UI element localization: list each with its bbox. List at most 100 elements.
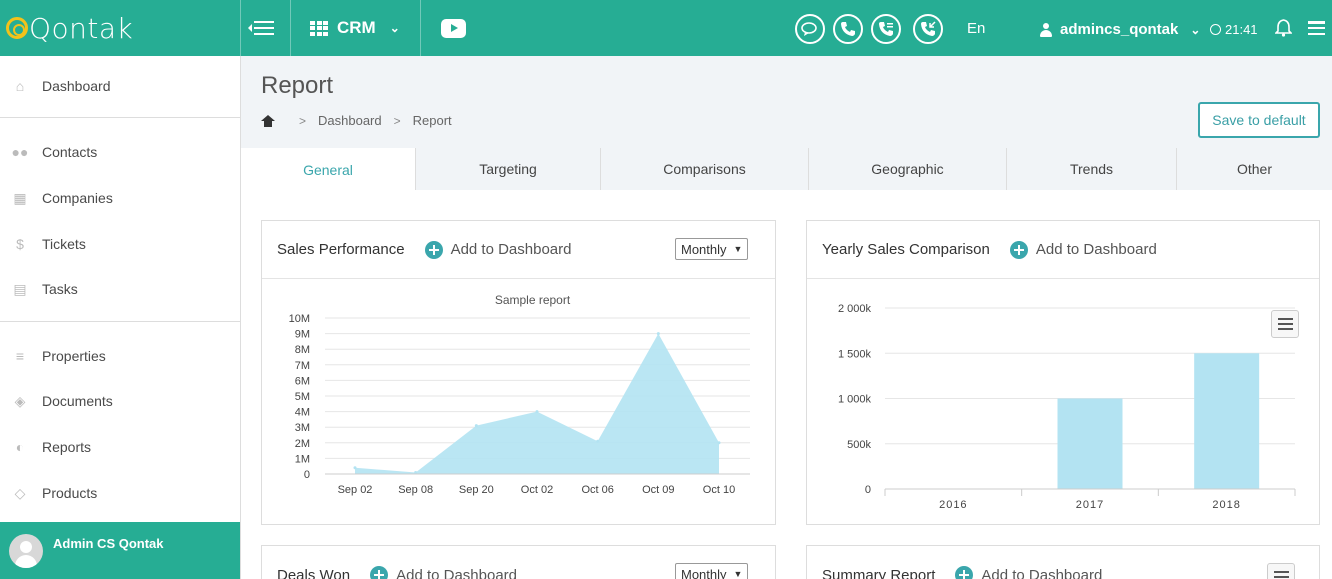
home-icon: ⌂ bbox=[15, 78, 25, 94]
user-menu[interactable]: admincs_qontak ⌄ bbox=[1040, 21, 1200, 38]
add-to-dashboard-button[interactable]: Add to Dashboard bbox=[370, 566, 517, 579]
breadcrumb-dashboard[interactable]: Dashboard bbox=[318, 113, 382, 128]
youtube-icon[interactable] bbox=[441, 19, 466, 38]
period-select[interactable]: Monthly ▼ bbox=[675, 563, 749, 579]
period-select-value: Monthly bbox=[681, 241, 727, 257]
phone-icon[interactable] bbox=[833, 14, 863, 44]
x-tick-label: Sep 20 bbox=[459, 484, 494, 496]
pie-chart-icon: ◐ bbox=[15, 439, 25, 455]
bar bbox=[1057, 398, 1123, 489]
sidebar: ⌂ Dashboard ●● Contacts ▦ Companies $ Ti… bbox=[0, 56, 241, 579]
sidebar-item-properties[interactable]: ≡ Properties bbox=[0, 336, 240, 376]
card-title: Sales Performance bbox=[277, 241, 405, 258]
plus-circle-icon bbox=[955, 566, 974, 579]
add-to-dashboard-button[interactable]: Add to Dashboard bbox=[955, 566, 1102, 579]
clock: 21:41 bbox=[1210, 22, 1258, 37]
menu-toggle-icon[interactable] bbox=[247, 18, 275, 38]
sidebar-item-label: Reports bbox=[42, 439, 92, 455]
x-tick-label: 2016 bbox=[939, 499, 967, 511]
y-tick-label: 6M bbox=[295, 375, 310, 387]
add-to-dashboard-label: Add to Dashboard bbox=[1035, 241, 1157, 258]
module-label: CRM bbox=[337, 18, 376, 37]
tab-geographic[interactable]: Geographic bbox=[809, 148, 1007, 190]
tab-general[interactable]: General bbox=[241, 148, 416, 191]
area-series bbox=[355, 333, 719, 474]
sidebar-item-products[interactable]: ◇ Products bbox=[0, 473, 240, 513]
sidebar-item-label: Companies bbox=[42, 190, 113, 206]
username: admincs_qontak bbox=[1060, 21, 1179, 38]
chat-icon[interactable] bbox=[795, 14, 825, 44]
period-select[interactable]: Monthly ▼ bbox=[675, 238, 749, 260]
y-tick-label: 3M bbox=[295, 422, 310, 434]
sidebar-user-profile[interactable]: Admin CS Qontak bbox=[0, 522, 240, 579]
language-selector[interactable]: En bbox=[967, 20, 985, 37]
tab-comparisons[interactable]: Comparisons bbox=[601, 148, 809, 190]
x-tick-label: 2017 bbox=[1076, 499, 1104, 511]
sidebar-item-label: Documents bbox=[42, 393, 113, 409]
sidebar-item-tickets[interactable]: $ Tickets bbox=[0, 224, 240, 264]
sidebar-item-label: Contacts bbox=[42, 144, 98, 160]
summary-report-card: Summary Report Add to Dashboard bbox=[806, 545, 1320, 579]
add-to-dashboard-button[interactable]: Add to Dashboard bbox=[424, 240, 572, 259]
save-to-default-button[interactable]: Save to default bbox=[1198, 102, 1320, 138]
sidebar-item-dashboard[interactable]: ⌂ Dashboard bbox=[0, 66, 240, 106]
x-tick-label: Sep 02 bbox=[338, 484, 373, 496]
divider bbox=[240, 0, 241, 56]
chart-menu-button[interactable] bbox=[1267, 563, 1295, 579]
phone-forward-icon[interactable] bbox=[871, 14, 901, 44]
y-tick-label: 4M bbox=[295, 407, 310, 419]
dropdown-arrow-icon: ▼ bbox=[733, 244, 743, 254]
chart-title: Sample report bbox=[495, 293, 571, 307]
sidebar-item-label: Dashboard bbox=[42, 78, 111, 94]
dollar-icon: $ bbox=[16, 236, 24, 252]
plus-circle-icon bbox=[370, 566, 389, 579]
sidebar-item-documents[interactable]: ◈ Documents bbox=[0, 381, 240, 421]
sidebar-item-companies[interactable]: ▦ Companies bbox=[0, 178, 240, 218]
data-point bbox=[474, 424, 478, 428]
y-tick-label: 1 000k bbox=[838, 394, 872, 406]
yearly-bar-chart: 0 500k 1 000k 1 500k 2 000k 2016 2017 2018 bbox=[838, 303, 1296, 511]
tab-trends[interactable]: Trends bbox=[1007, 148, 1177, 190]
add-to-dashboard-label: Add to Dashboard bbox=[450, 241, 572, 258]
sidebar-item-label: Tickets bbox=[42, 236, 86, 252]
home-icon[interactable] bbox=[261, 114, 275, 127]
y-tick-label: 1 500k bbox=[838, 348, 872, 360]
bell-icon[interactable] bbox=[1275, 19, 1292, 37]
sidebar-item-label: Tasks bbox=[42, 281, 78, 297]
tab-other[interactable]: Other bbox=[1177, 148, 1332, 190]
sidebar-item-contacts[interactable]: ●● Contacts bbox=[0, 132, 240, 172]
card-header: Yearly Sales Comparison Add to Dashboard bbox=[807, 221, 1319, 279]
sales-performance-card: Sales Performance Add to Dashboard Month… bbox=[261, 220, 776, 525]
report-tabs: General Targeting Comparisons Geographic… bbox=[241, 148, 1332, 191]
sidebar-item-tasks[interactable]: ▤ Tasks bbox=[0, 269, 240, 309]
clock-icon bbox=[1210, 24, 1221, 35]
tag-icon: ◇ bbox=[14, 484, 26, 501]
phone-incoming-icon[interactable] bbox=[913, 14, 943, 44]
sales-area-chart: Sample report 0 1M 2M 3M 4M 5M 6M 7M 8M 9M 10M Sep 0… bbox=[289, 293, 750, 496]
add-to-dashboard-button[interactable]: Add to Dashboard bbox=[1009, 240, 1157, 259]
user-icon bbox=[1040, 22, 1052, 37]
deals-won-card: Deals Won Add to Dashboard Monthly ▼ bbox=[261, 545, 776, 579]
divider bbox=[420, 0, 421, 56]
report-content: Sales Performance Add to Dashboard Month… bbox=[241, 190, 1332, 579]
divider bbox=[0, 321, 240, 322]
main-area: Report > Dashboard > Report Save to defa… bbox=[241, 56, 1332, 579]
hamburger-icon[interactable] bbox=[1308, 21, 1325, 35]
data-point bbox=[656, 332, 660, 336]
card-title: Deals Won bbox=[277, 566, 351, 579]
top-bar: Qontak CRM ⌄ En admincs_qontak ⌄ 21:41 bbox=[0, 0, 1332, 56]
qontak-logo[interactable]: Qontak bbox=[0, 0, 240, 56]
module-switcher[interactable]: CRM ⌄ bbox=[310, 18, 400, 38]
data-point bbox=[596, 439, 600, 443]
clock-time: 21:41 bbox=[1225, 22, 1258, 37]
y-tick-label: 5M bbox=[295, 391, 310, 403]
sidebar-item-reports[interactable]: ◐ Reports bbox=[0, 427, 240, 467]
x-tick-label: Oct 06 bbox=[581, 484, 613, 496]
y-tick-label: 8M bbox=[295, 344, 310, 356]
sidebar-user-name: Admin CS Qontak bbox=[53, 536, 164, 551]
avatar bbox=[9, 534, 43, 568]
card-title: Summary Report bbox=[822, 566, 936, 579]
y-tick-label: 0 bbox=[865, 484, 871, 496]
x-tick-label: Sep 08 bbox=[398, 484, 433, 496]
tab-targeting[interactable]: Targeting bbox=[416, 148, 601, 190]
